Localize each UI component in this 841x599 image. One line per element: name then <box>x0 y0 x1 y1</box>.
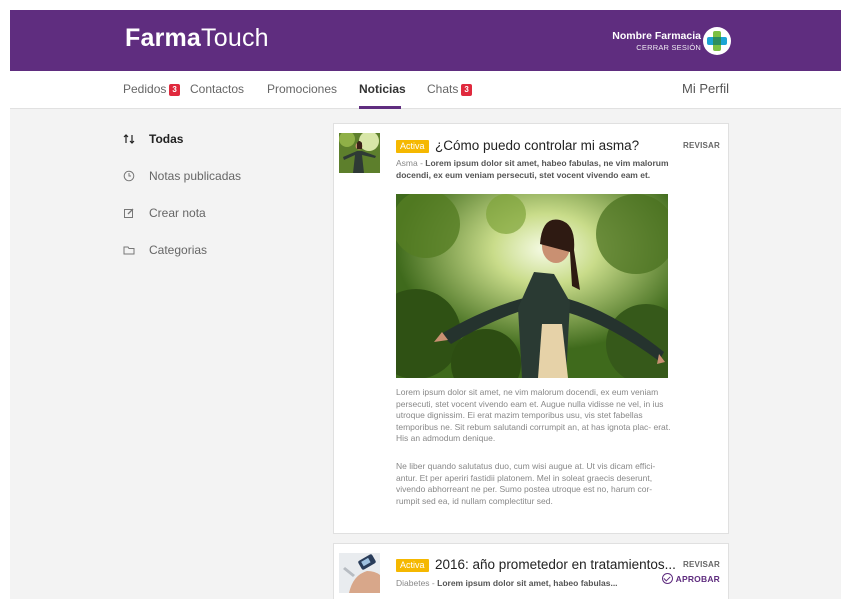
check-circle-icon <box>661 573 673 584</box>
post-category: Diabetes <box>396 578 430 588</box>
pharmacy-account: Nombre Farmacia CERRAR SESIÓN <box>612 31 701 51</box>
app-logo[interactable]: FarmaTouch <box>125 24 269 53</box>
status-badge: Activa <box>396 140 429 153</box>
clock-icon <box>123 170 135 182</box>
post-title[interactable]: 2016: año prometedor en tratamientos... <box>435 557 676 572</box>
post-photo <box>396 194 668 378</box>
folder-icon <box>123 244 135 256</box>
news-card[interactable]: Activa 2016: año prometedor en tratamien… <box>333 543 729 599</box>
active-tab-indicator <box>359 106 401 109</box>
pharmacy-name: Nombre Farmacia <box>612 30 701 42</box>
profile-link[interactable]: Mi Perfil <box>682 81 729 96</box>
top-bar: FarmaTouch Nombre Farmacia CERRAR SESIÓN <box>10 10 841 71</box>
edit-icon <box>123 207 135 219</box>
nav-item-contactos[interactable]: Contactos <box>190 82 244 96</box>
post-thumbnail <box>339 553 380 593</box>
status-badge: Activa <box>396 559 429 572</box>
post-body-paragraph: Lorem ipsum dolor sit amet, ne vim malor… <box>396 387 671 444</box>
pedidos-count-badge: 3 <box>169 84 180 96</box>
sidebar-item-categorias[interactable]: Categorias <box>123 243 273 263</box>
post-title[interactable]: ¿Cómo puedo controlar mi asma? <box>435 138 639 153</box>
post-thumbnail <box>339 133 380 173</box>
chats-count-badge: 3 <box>461 84 472 96</box>
nav-item-pedidos[interactable]: Pedidos 3 <box>123 82 180 96</box>
post-category: Asma <box>396 158 418 168</box>
sort-arrows-icon <box>123 133 135 145</box>
review-button[interactable]: REVISAR <box>683 560 720 569</box>
post-excerpt: Lorem ipsum dolor sit amet, habeo fabula… <box>437 578 618 588</box>
sidebar-item-todas[interactable]: Todas <box>123 132 273 152</box>
sidebar-item-notas-publicadas[interactable]: Notas publicadas <box>123 169 273 189</box>
nav-item-promociones[interactable]: Promociones <box>267 82 337 96</box>
main-nav: Pedidos 3 Contactos Promociones Noticias … <box>10 71 841 109</box>
nav-item-noticias[interactable]: Noticias <box>359 82 406 96</box>
sidebar-item-crear-nota[interactable]: Crear nota <box>123 206 273 226</box>
post-summary: Asma - Lorem ipsum dolor sit amet, habeo… <box>396 158 669 180</box>
post-body-paragraph: Ne liber quando salutatus duo, cum wisi … <box>396 461 656 506</box>
post-excerpt: Lorem ipsum dolor sit amet, habeo fabula… <box>396 158 669 180</box>
news-card[interactable]: Activa ¿Cómo puedo controlar mi asma? RE… <box>333 123 729 534</box>
logout-link[interactable]: CERRAR SESIÓN <box>612 43 701 52</box>
post-summary: Diabetes - Lorem ipsum dolor sit amet, h… <box>396 578 618 588</box>
pharmacy-cross-icon[interactable] <box>703 27 731 55</box>
nav-item-chats[interactable]: Chats 3 <box>427 82 472 96</box>
approve-button[interactable]: APROBAR <box>661 573 720 584</box>
review-button[interactable]: REVISAR <box>683 141 720 150</box>
app-frame: FarmaTouch Nombre Farmacia CERRAR SESIÓN… <box>10 10 841 599</box>
